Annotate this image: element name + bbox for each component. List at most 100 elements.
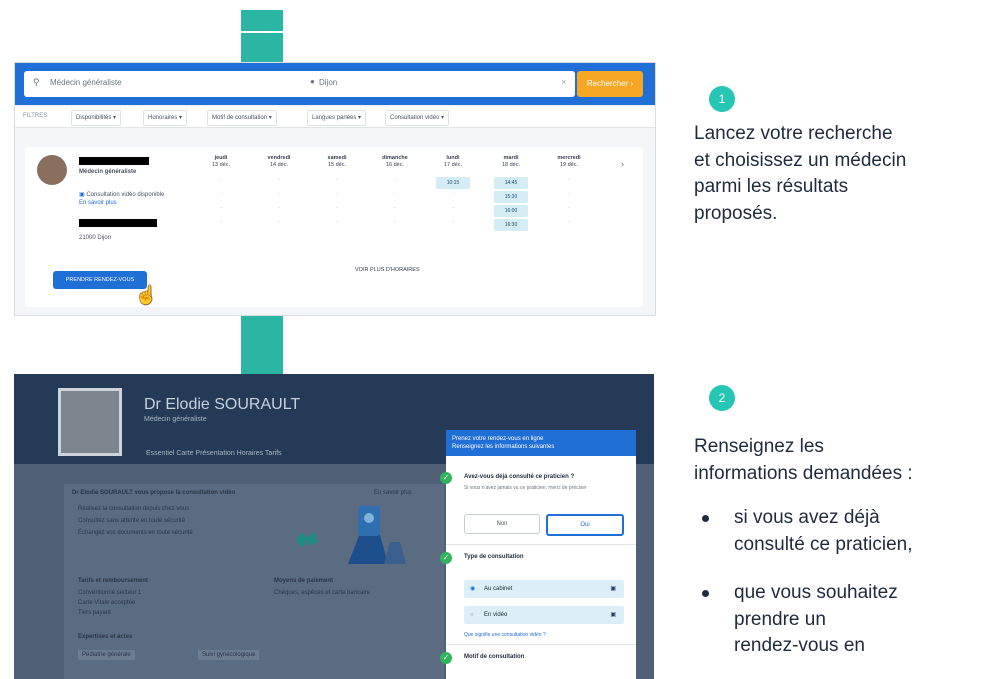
booking-form-header: Prenez votre rendez-vous en ligne Rensei… (446, 430, 636, 456)
empty-slot: - (394, 177, 396, 183)
empty-slot: - (452, 191, 454, 197)
day-header: vendredi 14 déc. (259, 155, 299, 169)
day-name: dimanche (382, 155, 408, 161)
empty-slot: - (568, 191, 570, 197)
filters-label: FILTRES (23, 113, 48, 119)
expertise-chip: Suivi gynécologique (198, 650, 260, 660)
empty-slot: - (568, 219, 570, 225)
step-1-badge: 1 (709, 86, 735, 112)
step-1-line: et choisissez un médecin (694, 149, 907, 171)
filter-video[interactable]: Consultation vidéo ▾ (385, 110, 450, 126)
book-appointment-button[interactable]: PRENDRE RENDEZ-VOUS (53, 271, 147, 289)
divider (446, 644, 636, 645)
filter-languages[interactable]: Langues parlées ▾ (307, 110, 367, 126)
video-more-link[interactable]: En savoir plus (79, 200, 117, 206)
video-icon: ▣ (79, 192, 85, 198)
search-icon: ⚲ (33, 77, 40, 87)
step-2-bullet-1: si vous avez déjà consulté ce praticien, (734, 505, 984, 558)
answer-no-button[interactable]: Non (464, 514, 540, 534)
avatar (37, 155, 67, 185)
day-header: mercredi 19 déc. (549, 155, 589, 169)
question-reason: Motif de consultation (464, 654, 525, 660)
doctor-profile-screenshot: Dr Elodie SOURAULT Médecin généraliste E… (14, 374, 654, 679)
availability-calendar: jeudi 13 déc. vendredi 14 déc. samedi 15 déc.… (195, 147, 635, 277)
connector-middle (241, 314, 283, 374)
bullet-icon (702, 515, 709, 522)
search-button[interactable]: Rechercher › (577, 71, 643, 97)
empty-slot: - (394, 205, 396, 211)
payment-heading: Moyens de paiement (274, 578, 334, 584)
option-video[interactable]: ○ En vidéo ▣ (464, 606, 624, 624)
video-offer-link[interactable]: En savoir plus (374, 490, 412, 496)
step-2-text: Renseignez les informations demandées : (694, 434, 984, 487)
bullet-line: prendre un (734, 608, 826, 630)
option-video-label: En vidéo (484, 612, 508, 618)
question-consultation-type: Type de consultation (464, 554, 524, 560)
city: 21000 Dijon (79, 235, 112, 241)
clear-icon[interactable]: × (561, 77, 566, 87)
day-header: mardi 18 déc. (491, 155, 531, 169)
empty-slot: - (220, 177, 222, 183)
time-slot[interactable]: 15:30 (494, 191, 528, 203)
next-days-arrow[interactable]: › (621, 159, 624, 169)
redacted-name (79, 157, 149, 165)
day-date: 18 déc. (501, 162, 521, 168)
video-illustration (296, 506, 406, 564)
doctor-name: Dr Elodie SOURAULT (144, 396, 301, 413)
doctor-specialty: Médecin généraliste (79, 169, 137, 175)
empty-slot: - (220, 191, 222, 197)
day-header: lundi 17 déc. (433, 155, 473, 169)
bullet-line: que vous souhaitez (734, 582, 898, 603)
search-results-screenshot: ⚲ Médecin généraliste ● Dijon × Recherch… (14, 62, 656, 316)
day-date: 17 déc. (443, 162, 463, 168)
empty-slot: - (568, 205, 570, 211)
day-name: mardi (503, 155, 519, 161)
profile-tabs[interactable]: Essentiel Carte Présentation Horaires Ta… (146, 450, 282, 457)
time-slot[interactable]: 10:15 (436, 177, 470, 189)
empty-slot: - (568, 177, 570, 183)
video-offer-line: Consultez sans attente en toute sécurité (78, 518, 186, 524)
time-slot[interactable]: 16:00 (494, 205, 528, 217)
fees-line: Conventionné secteur 1 (78, 590, 142, 596)
answer-yes-button[interactable]: Oui (546, 514, 624, 536)
empty-slot: - (220, 205, 222, 211)
filter-reason[interactable]: Motif de consultation ▾ (207, 110, 277, 126)
video-offer-line: Réalisez la consultation depuis chez vou… (78, 506, 190, 512)
fees-heading: Tarifs et remboursement (78, 578, 148, 584)
filter-availability[interactable]: Disponibilités ▾ (71, 110, 122, 126)
day-date: 13 déc. (211, 162, 231, 168)
filter-label: Honoraires (148, 115, 178, 121)
building-icon: ▣ (610, 586, 616, 592)
time-slot[interactable]: 14:45 (494, 177, 528, 189)
day-name: jeudi (214, 155, 228, 161)
empty-slot: - (452, 205, 454, 211)
step-1-line: parmi les résultats (694, 176, 849, 197)
filter-label: Consultation vidéo (390, 115, 440, 121)
filters-bar: FILTRES Disponibilités ▾ Honoraires ▾ Mo… (15, 107, 655, 128)
empty-slot: - (452, 219, 454, 225)
filter-label: Disponibilités (76, 115, 112, 121)
filter-fees[interactable]: Honoraires ▾ (143, 110, 188, 126)
empty-slot: - (278, 205, 280, 211)
video-info-link[interactable]: Que signifie une consultation vidéo ? (464, 632, 546, 638)
search-bar: ⚲ Médecin généraliste ● Dijon × Recherch… (15, 63, 655, 105)
step-2-bullet-2: que vous souhaitez prendre un rendez-vou… (734, 580, 984, 660)
bullet-line: rendez-vous en (734, 635, 865, 656)
video-available: ▣ Consultation vidéo disponible (79, 191, 164, 198)
question-already-consulted: Avez-vous déjà consulté ce praticien ? (464, 474, 575, 480)
video-icon: ▣ (610, 612, 616, 618)
question-already-consulted-hint: Si vous n'avez jamais vu ce praticien, m… (464, 485, 587, 491)
video-offer-line: Échangez vos documents en toute sécurité (78, 530, 193, 536)
fees-line: Tiers payant (78, 610, 111, 616)
empty-slot: - (336, 177, 338, 183)
option-in-office-label: Au cabinet (484, 586, 513, 592)
step-1-text: Lancez votre recherche et choisissez un … (694, 121, 984, 227)
time-slot[interactable]: 16:30 (494, 219, 528, 231)
option-in-office[interactable]: ◉ Au cabinet ▣ (464, 580, 624, 598)
expertise-heading: Expertises et actes (78, 634, 133, 640)
search-input[interactable]: ⚲ Médecin généraliste ● Dijon × (24, 71, 575, 97)
more-hours-link[interactable]: VOIR PLUS D'HORAIRES (355, 267, 420, 273)
location-pin-icon: ● (310, 77, 315, 86)
check-icon: ✓ (440, 652, 452, 664)
day-date: 19 déc. (559, 162, 579, 168)
